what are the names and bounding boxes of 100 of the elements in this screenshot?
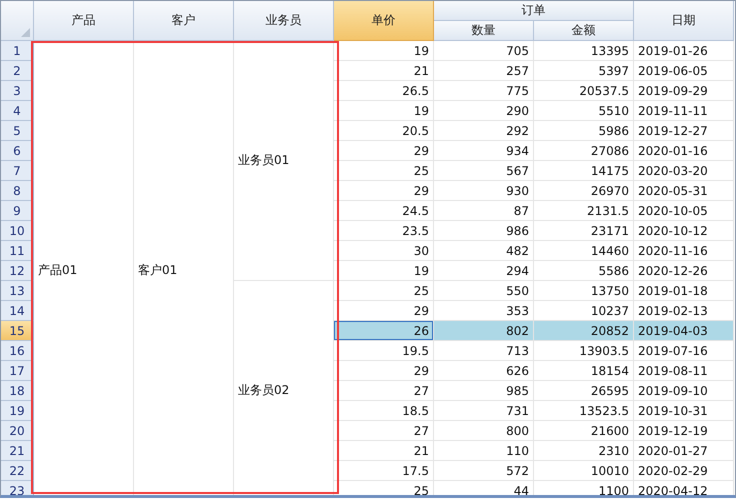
table-cell: 930 (434, 181, 534, 201)
table-cell: 13523.5 (534, 401, 634, 421)
table-cell: 27 (334, 381, 434, 401)
table-cell: 2019-04-03 (634, 321, 734, 341)
column-header[interactable]: 客户 (134, 1, 234, 41)
table-cell: 29 (334, 361, 434, 381)
table-cell: 2019-07-16 (634, 341, 734, 361)
table-cell: 2019-11-11 (634, 101, 734, 121)
row-header[interactable]: 2 (1, 61, 34, 81)
table-cell: 2020-05-31 (634, 181, 734, 201)
row-header[interactable]: 13 (1, 281, 34, 301)
column-header[interactable]: 数量 (434, 21, 534, 41)
table-cell: 2020-10-05 (634, 201, 734, 221)
table-cell: 27 (334, 421, 434, 441)
row-header[interactable]: 4 (1, 101, 34, 121)
table-cell: 110 (434, 441, 534, 461)
table-cell: 713 (434, 341, 534, 361)
table-cell: 290 (434, 101, 534, 121)
table-cell: 业务员01 (234, 41, 334, 281)
table-cell: 2020-10-12 (634, 221, 734, 241)
row-header[interactable]: 10 (1, 221, 34, 241)
table-cell: 14460 (534, 241, 634, 261)
table-cell: 2019-09-29 (634, 81, 734, 101)
table-cell: 2020-12-26 (634, 261, 734, 281)
table-cell: 24.5 (334, 201, 434, 221)
table-cell: 29 (334, 301, 434, 321)
row-header[interactable]: 21 (1, 441, 34, 461)
table-cell: 986 (434, 221, 534, 241)
column-group-header: 订单 (434, 1, 634, 21)
table-cell: 2019-08-11 (634, 361, 734, 381)
table-cell: 800 (434, 421, 534, 441)
row-header[interactable]: 6 (1, 141, 34, 161)
row-header[interactable]: 23 (1, 481, 34, 495)
table-cell: 26595 (534, 381, 634, 401)
table-cell: 705 (434, 41, 534, 61)
table-cell: 29 (334, 141, 434, 161)
table-cell: 2131.5 (534, 201, 634, 221)
table-cell: 87 (434, 201, 534, 221)
row-header[interactable]: 1 (1, 41, 34, 61)
table-cell: 13395 (534, 41, 634, 61)
table-cell: 21 (334, 441, 434, 461)
table-cell: 775 (434, 81, 534, 101)
table-cell: 482 (434, 241, 534, 261)
column-header[interactable]: 单价 (334, 1, 434, 41)
table-cell: 2019-06-05 (634, 61, 734, 81)
table-cell: 21600 (534, 421, 634, 441)
column-header[interactable]: 金额 (534, 21, 634, 41)
row-header[interactable]: 22 (1, 461, 34, 481)
table-cell: 5397 (534, 61, 634, 81)
row-header[interactable]: 16 (1, 341, 34, 361)
table-cell: 23171 (534, 221, 634, 241)
row-header[interactable]: 18 (1, 381, 34, 401)
table-cell: 2019-01-26 (634, 41, 734, 61)
table-cell: 25 (334, 281, 434, 301)
table-cell: 5586 (534, 261, 634, 281)
table-cell: 572 (434, 461, 534, 481)
table-cell: 26970 (534, 181, 634, 201)
table-cell: 2019-09-10 (634, 381, 734, 401)
table-cell: 626 (434, 361, 534, 381)
table-cell: 20537.5 (534, 81, 634, 101)
table-cell: 18154 (534, 361, 634, 381)
column-header[interactable]: 业务员 (234, 1, 334, 41)
table-cell: 567 (434, 161, 534, 181)
table-cell: 30 (334, 241, 434, 261)
row-header[interactable]: 7 (1, 161, 34, 181)
table-cell: 18.5 (334, 401, 434, 421)
table-cell: 5510 (534, 101, 634, 121)
table-cell: 2020-03-20 (634, 161, 734, 181)
table-cell: 29 (334, 181, 434, 201)
row-header[interactable]: 11 (1, 241, 34, 261)
corner-triangle-icon[interactable] (21, 28, 30, 37)
column-header[interactable]: 日期 (634, 1, 734, 41)
table-cell: 19 (334, 261, 434, 281)
table-cell: 2019-12-27 (634, 121, 734, 141)
table-cell: 353 (434, 301, 534, 321)
row-header[interactable]: 5 (1, 121, 34, 141)
table-cell: 294 (434, 261, 534, 281)
table-cell: 23.5 (334, 221, 434, 241)
table-cell: 2020-02-29 (634, 461, 734, 481)
row-header[interactable]: 12 (1, 261, 34, 281)
row-header[interactable]: 9 (1, 201, 34, 221)
row-header[interactable]: 14 (1, 301, 34, 321)
row-header[interactable]: 17 (1, 361, 34, 381)
table-cell: 2020-01-16 (634, 141, 734, 161)
table-cell: 20.5 (334, 121, 434, 141)
table-cell: 21 (334, 61, 434, 81)
row-header[interactable]: 19 (1, 401, 34, 421)
table-cell: 802 (434, 321, 534, 341)
table-cell: 292 (434, 121, 534, 141)
table-cell: 550 (434, 281, 534, 301)
row-header[interactable]: 20 (1, 421, 34, 441)
table-cell: 19 (334, 101, 434, 121)
table-cell: 731 (434, 401, 534, 421)
table-cell: 257 (434, 61, 534, 81)
row-header[interactable]: 15 (1, 321, 34, 341)
column-header[interactable]: 产品 (34, 1, 134, 41)
row-header[interactable]: 8 (1, 181, 34, 201)
row-header[interactable]: 3 (1, 81, 34, 101)
table-cell: 2020-01-27 (634, 441, 734, 461)
table-cell: 17.5 (334, 461, 434, 481)
